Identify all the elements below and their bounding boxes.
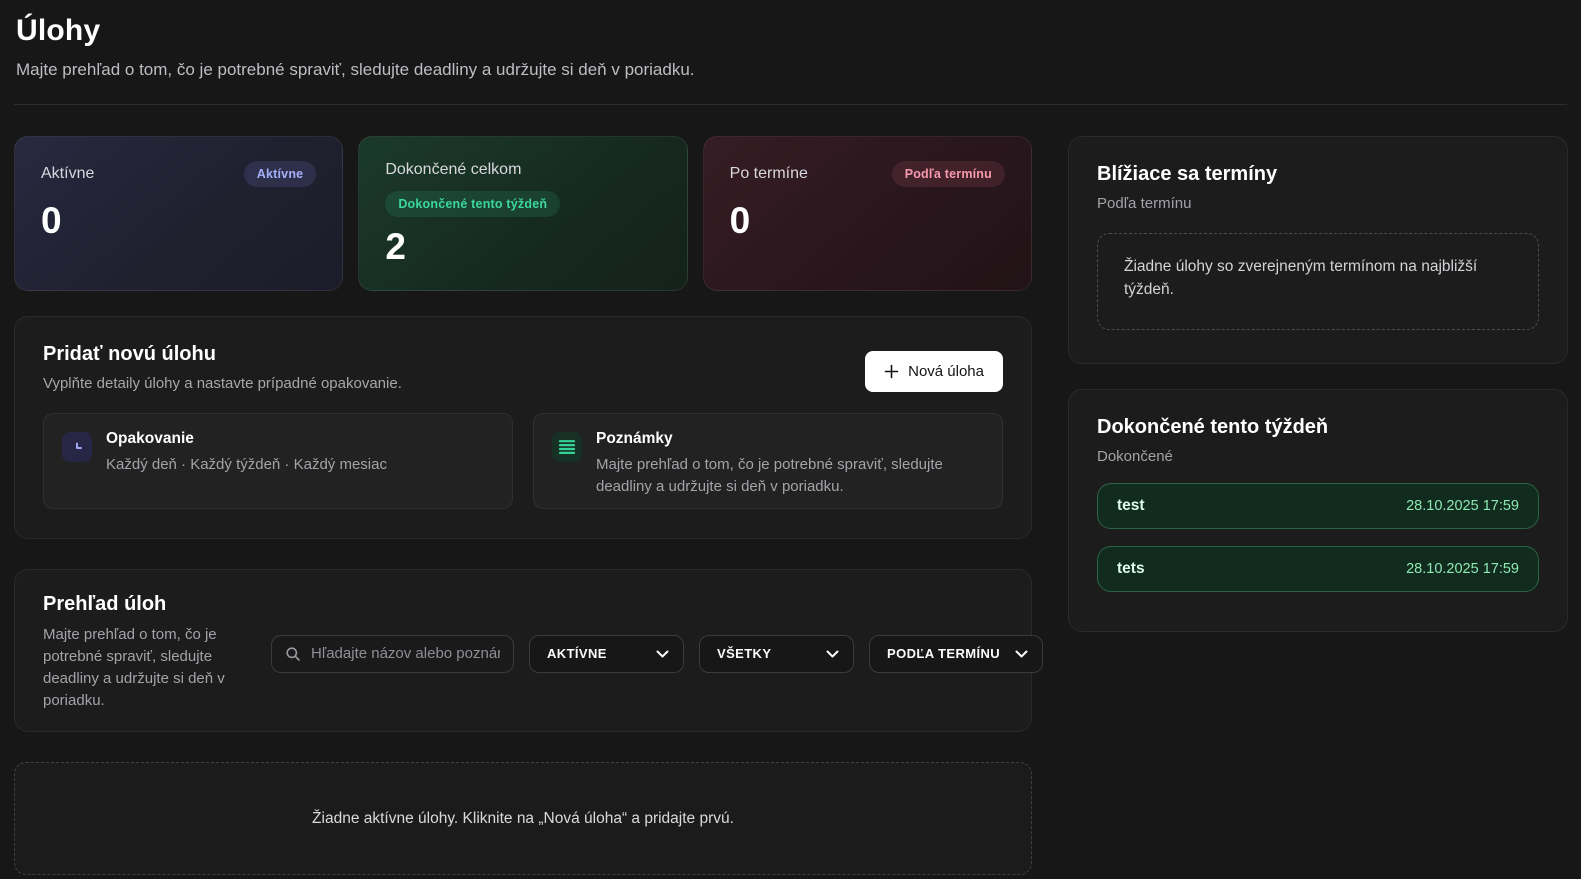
stat-label: Aktívne	[41, 165, 95, 182]
stats-row: Aktívne Aktívne 0 Dokončené celkom Dokon…	[14, 136, 1032, 291]
task-row[interactable]: test 28.10.2025 17:59	[1097, 483, 1539, 529]
status-badge: Aktívne	[243, 161, 317, 187]
filter-select-value: VŠETKY	[717, 646, 772, 661]
stat-card-completed: Dokončené celkom Dokončené tento týždeň …	[358, 136, 688, 291]
filter-select-sort[interactable]: PODĽA TERMÍNU	[869, 634, 1043, 673]
page-title: Úlohy	[16, 14, 101, 47]
task-datetime: 28.10.2025 17:59	[1406, 498, 1519, 514]
add-task-title: Pridať novú úlohu	[43, 343, 216, 365]
task-name: tets	[1117, 560, 1145, 577]
search-input[interactable]	[311, 645, 500, 662]
task-datetime: 28.10.2025 17:59	[1406, 561, 1519, 577]
feature-title: Opakovanie	[106, 430, 194, 447]
completed-subtitle: Dokončené	[1097, 448, 1173, 465]
search-icon	[285, 646, 301, 662]
add-task-panel: Pridať novú úlohu Vyplňte detaily úlohy …	[14, 316, 1032, 539]
upcoming-empty-state: Žiadne úlohy so zverejneným termínom na …	[1097, 233, 1539, 330]
main-column: Aktívne Aktívne 0 Dokončené celkom Dokon…	[14, 136, 1043, 875]
active-tasks-empty-state: Žiadne aktívne úlohy. Kliknite na „Nová …	[14, 762, 1032, 875]
chevron-down-icon	[826, 650, 839, 658]
filter-select-value: PODĽA TERMÍNU	[887, 646, 1001, 661]
status-badge: Podľa termínu	[891, 161, 1005, 187]
chevron-down-icon	[1015, 650, 1028, 658]
chevron-down-icon	[656, 650, 669, 658]
filter-select-type[interactable]: VŠETKY	[699, 634, 854, 673]
completed-this-week-card: Dokončené tento týždeň Dokončené test 28…	[1068, 389, 1568, 632]
feature-card-notes: Poznámky Majte prehľad o tom, čo je potr…	[533, 413, 1003, 509]
completed-task-list: test 28.10.2025 17:59 tets 28.10.2025 17…	[1097, 483, 1539, 592]
stat-value: 2	[385, 226, 406, 267]
overview-controls: AKTÍVNE VŠETKY PODĽA TERMÍNU	[271, 634, 1043, 673]
feature-text: Majte prehľad o tom, čo je potrebné spra…	[596, 456, 943, 495]
upcoming-subtitle: Podľa termínu	[1097, 195, 1192, 212]
new-task-button[interactable]: Nová úloha	[865, 351, 1003, 392]
overview-subtitle: Majte prehľad o tom, čo je potrebné spra…	[43, 626, 225, 710]
feature-title: Poznámky	[596, 430, 673, 447]
feature-card-repeat: Opakovanie Každý deň · Každý týždeň · Ka…	[43, 413, 513, 509]
sidebar: Blížiace sa termíny Podľa termínu Žiadne…	[1068, 136, 1568, 632]
stat-card-active: Aktívne Aktívne 0	[14, 136, 344, 291]
page-header: Úlohy Majte prehľad o tom, čo je potrebn…	[0, 0, 1581, 80]
content: Aktívne Aktívne 0 Dokončené celkom Dokon…	[0, 105, 1581, 875]
list-icon	[552, 432, 582, 462]
stat-label: Po termíne	[729, 165, 808, 182]
overview-title: Prehľad úloh	[43, 593, 167, 615]
add-task-subtitle: Vyplňte detaily úlohy a nastavte prípadn…	[43, 375, 402, 392]
new-task-button-label: Nová úloha	[908, 363, 984, 380]
feature-text: Každý deň · Každý týždeň · Každý mesiac	[106, 456, 387, 473]
stat-value: 0	[729, 200, 751, 241]
clock-icon	[62, 432, 92, 462]
stat-label: Dokončené celkom	[385, 161, 522, 178]
completed-title: Dokončené tento týždeň	[1097, 416, 1329, 438]
search-box[interactable]	[271, 634, 514, 673]
task-name: test	[1117, 497, 1145, 514]
upcoming-deadlines-card: Blížiace sa termíny Podľa termínu Žiadne…	[1068, 136, 1568, 364]
page-subtitle: Majte prehľad o tom, čo je potrebné spra…	[16, 60, 695, 79]
task-overview-panel: Prehľad úloh Majte prehľad o tom, čo je …	[14, 569, 1043, 732]
active-tasks-empty-message: Žiadne aktívne úlohy. Kliknite na „Nová …	[312, 809, 734, 827]
upcoming-title: Blížiace sa termíny	[1097, 163, 1278, 185]
filter-select-value: AKTÍVNE	[547, 646, 607, 661]
status-badge: Dokončené tento týždeň	[385, 191, 561, 217]
stat-card-overdue: Po termíne Podľa termínu 0	[702, 136, 1032, 291]
stat-value: 0	[41, 200, 62, 241]
upcoming-empty-message: Žiadne úlohy so zverejneným termínom na …	[1124, 258, 1478, 299]
task-row[interactable]: tets 28.10.2025 17:59	[1097, 546, 1539, 592]
filter-select-status[interactable]: AKTÍVNE	[529, 634, 684, 673]
plus-icon	[884, 364, 899, 379]
